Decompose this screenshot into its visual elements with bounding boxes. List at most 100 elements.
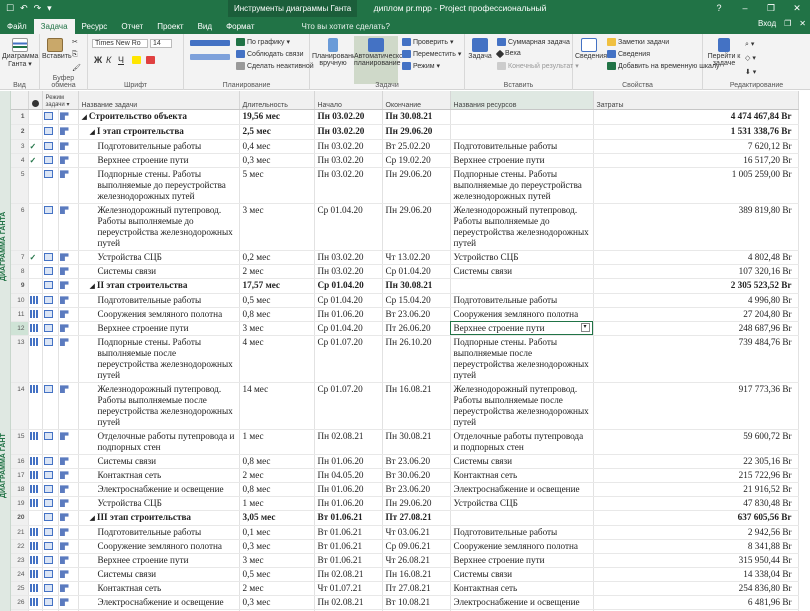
row-number[interactable]: 18 <box>11 482 29 497</box>
start-cell[interactable]: Пн 03.02.20 <box>314 153 383 168</box>
table-row[interactable]: 13 Подпорные стены. Работы выполняемые по… <box>11 335 799 383</box>
duration-cell[interactable]: 0,5 мес <box>239 567 315 582</box>
cost-cell[interactable]: 739 484,76 Br <box>593 335 799 383</box>
finish-cell[interactable]: Вт 30.06.20 <box>382 468 451 483</box>
bold-button[interactable]: Ж <box>94 55 102 65</box>
task-name-cell[interactable]: Верхнее строение пути <box>78 553 240 568</box>
start-cell[interactable]: Пн 02.08.21 <box>314 595 383 610</box>
row-number[interactable]: 24 <box>11 567 29 582</box>
table-row[interactable]: 20 ◢ III этап строительства 3,05 мес Вт 01.0… <box>11 510 799 526</box>
duration-cell[interactable]: 0,8 мес <box>239 454 315 469</box>
tell-me-input[interactable]: Что вы хотите сделать? <box>301 19 389 34</box>
row-number[interactable]: 7 <box>11 250 29 265</box>
task-name-cell[interactable]: Подпорные стены. Работы выполняемые до п… <box>78 167 240 204</box>
table-row[interactable]: 2 ◢ I этап строительства 2,5 мес Пн 03.02.20… <box>11 124 799 140</box>
collapse-icon[interactable]: ◢ <box>90 514 95 522</box>
start-cell[interactable]: Пн 01.06.20 <box>314 496 383 511</box>
details-button[interactable]: Сведения <box>607 50 650 58</box>
table-row[interactable]: 26 Электроснабжение и освещение 0,3 мес Пн … <box>11 595 799 610</box>
finish-cell[interactable]: Ср 09.06.21 <box>382 539 451 554</box>
inspect-button[interactable]: Проверить ▾ <box>402 38 453 46</box>
finish-cell[interactable]: Пн 30.08.21 <box>382 429 451 455</box>
font-size-select[interactable]: 14 <box>150 39 172 48</box>
minimize-icon[interactable]: – <box>732 0 758 17</box>
task-name-cell[interactable]: Электроснабжение и освещение <box>78 595 240 610</box>
task-mode-cell[interactable] <box>58 203 79 251</box>
redo-icon[interactable]: ↷ <box>34 3 42 14</box>
finish-cell[interactable]: Вт 23.06.20 <box>382 307 451 322</box>
auto-schedule-button[interactable]: Автоматическое планирование <box>354 36 407 84</box>
cost-cell[interactable]: 8 341,88 Br <box>593 539 799 554</box>
header-finish[interactable]: Окончание <box>382 91 451 110</box>
table-row[interactable]: 7 ✓ Устройства СЦБ 0,2 мес Пн 03.02.20 Чт 13.… <box>11 250 799 265</box>
row-number[interactable]: 25 <box>11 581 29 596</box>
task-mode-cell[interactable] <box>58 167 79 204</box>
cost-cell[interactable]: 2 305 523,52 Br <box>593 278 799 294</box>
header-indicators[interactable] <box>28 91 43 110</box>
resource-names-cell[interactable]: Подготовительные работы <box>450 139 594 154</box>
task-name-cell[interactable]: ◢ III этап строительства <box>78 510 240 526</box>
start-cell[interactable]: Пн 04.05.20 <box>314 468 383 483</box>
duration-cell[interactable]: 2,5 мес <box>239 124 315 140</box>
cost-cell[interactable]: 59 600,72 Br <box>593 429 799 455</box>
duration-cell[interactable]: 3 мес <box>239 203 315 251</box>
duration-cell[interactable]: 2 мес <box>239 581 315 596</box>
task-mode-cell[interactable] <box>58 510 79 526</box>
duration-cell[interactable]: 0,3 мес <box>239 595 315 610</box>
task-mode-cell[interactable] <box>58 153 79 168</box>
task-name-cell[interactable]: Устройства СЦБ <box>78 250 240 265</box>
duration-cell[interactable]: 2 мес <box>239 468 315 483</box>
cost-cell[interactable]: 254 836,80 Br <box>593 581 799 596</box>
finish-cell[interactable]: Пт 27.08.21 <box>382 581 451 596</box>
task-name-cell[interactable]: Системы связи <box>78 264 240 279</box>
start-cell[interactable]: Ср 01.04.20 <box>314 321 383 336</box>
finish-cell[interactable]: Ср 15.04.20 <box>382 293 451 308</box>
cost-cell[interactable]: 1 005 259,00 Br <box>593 167 799 204</box>
row-number[interactable]: 20 <box>11 510 29 526</box>
duration-cell[interactable]: 0,3 мес <box>239 539 315 554</box>
table-row[interactable]: 8 Системы связи 2 мес Пн 03.02.20 Ср 01.04.2… <box>11 264 799 279</box>
finish-cell[interactable]: Пн 26.10.20 <box>382 335 451 383</box>
insert-task-button[interactable]: Задача <box>467 38 493 60</box>
row-number[interactable]: 14 <box>11 382 29 430</box>
task-name-cell[interactable]: Контактная сеть <box>78 581 240 596</box>
cost-cell[interactable]: 389 819,80 Br <box>593 203 799 251</box>
duration-cell[interactable]: 2 мес <box>239 264 315 279</box>
start-cell[interactable]: Пн 03.02.20 <box>314 264 383 279</box>
resource-names-cell[interactable]: Электроснабжение и освещение <box>450 595 594 610</box>
duration-cell[interactable]: 1 мес <box>239 496 315 511</box>
tab-format[interactable]: Формат <box>219 19 261 34</box>
task-name-cell[interactable]: Сооружения земляного полотна <box>78 307 240 322</box>
resource-names-cell[interactable]: Сооружение земляного полотна <box>450 539 594 554</box>
resource-names-cell[interactable]: Подпорные стены. Работы выполняемые посл… <box>450 335 594 383</box>
task-name-cell[interactable]: ◢ II этап строительства <box>78 278 240 294</box>
duration-cell[interactable]: 0,3 мес <box>239 153 315 168</box>
start-cell[interactable]: Пн 02.08.21 <box>314 429 383 455</box>
duration-cell[interactable]: 3,05 мес <box>239 510 315 526</box>
task-mode-cell[interactable] <box>58 553 79 568</box>
task-mode-cell[interactable] <box>58 335 79 383</box>
resource-names-cell[interactable] <box>450 109 594 125</box>
table-row[interactable]: 6 Железнодорожный путепровод. Работы выпо… <box>11 203 799 251</box>
duration-cell[interactable]: 0,5 мес <box>239 293 315 308</box>
tab-task[interactable]: Задача <box>33 19 75 34</box>
row-number[interactable]: 23 <box>11 553 29 568</box>
move-button[interactable]: Переместить ▾ <box>402 50 461 58</box>
start-cell[interactable]: Чт 01.07.21 <box>314 581 383 596</box>
table-row[interactable]: 18 Электроснабжение и освещение 0,8 мес Пн … <box>11 482 799 497</box>
resource-names-cell[interactable]: Устройство СЦБ <box>450 250 594 265</box>
task-mode-cell[interactable] <box>58 264 79 279</box>
task-name-cell[interactable]: Системы связи <box>78 567 240 582</box>
task-name-cell[interactable]: Железнодорожный путепровод. Работы выпол… <box>78 203 240 251</box>
cost-cell[interactable]: 4 996,80 Br <box>593 293 799 308</box>
task-mode-cell[interactable] <box>58 595 79 610</box>
resource-names-cell[interactable]: Системы связи <box>450 567 594 582</box>
notes-button[interactable]: Заметки задачи <box>607 38 669 46</box>
italic-button[interactable]: К <box>106 55 111 65</box>
task-mode-cell[interactable] <box>58 525 79 540</box>
finish-cell[interactable]: Пн 30.08.21 <box>382 278 451 294</box>
task-mode-cell[interactable] <box>58 109 79 125</box>
table-row[interactable]: 11 Сооружения земляного полотна 0,8 мес Пн … <box>11 307 799 322</box>
finish-cell[interactable]: Чт 03.06.21 <box>382 525 451 540</box>
task-mode-cell[interactable] <box>58 382 79 430</box>
